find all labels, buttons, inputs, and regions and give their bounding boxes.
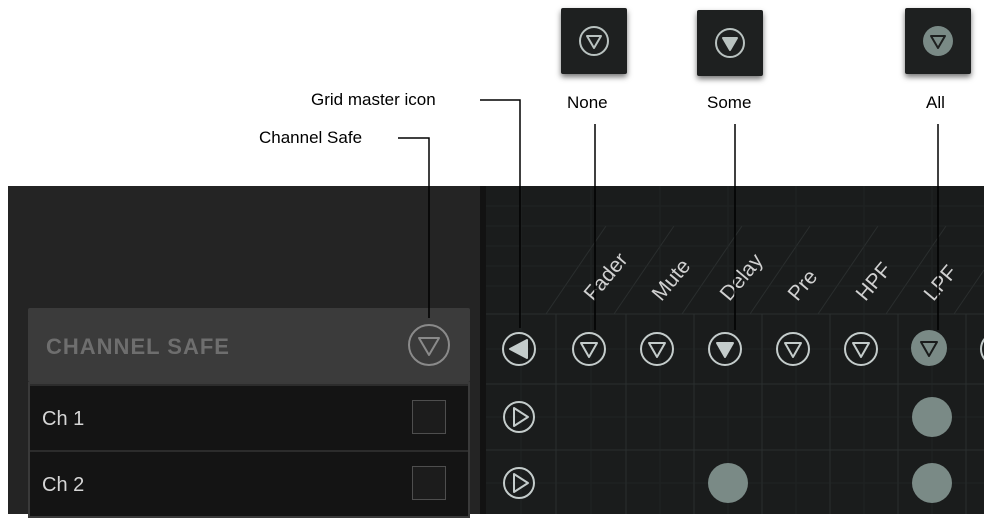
column-master-mute-icon[interactable] bbox=[638, 330, 676, 368]
channel-safe-panel: CHANNEL SAFE Ch 1 Ch 2 Fader Mute Delay … bbox=[8, 186, 984, 518]
column-master-next-icon[interactable] bbox=[978, 330, 984, 368]
triangle-down-filled-icon bbox=[715, 28, 745, 58]
channel-row[interactable]: Ch 2 bbox=[30, 452, 468, 516]
grid-master-callout: Grid master icon bbox=[311, 90, 436, 109]
column-master-pre-icon[interactable] bbox=[774, 330, 812, 368]
state-all-thumbnail bbox=[905, 8, 971, 74]
channel-name: Ch 1 bbox=[42, 408, 85, 430]
grid-master-icon[interactable] bbox=[500, 330, 538, 368]
state-some-thumbnail bbox=[697, 10, 763, 76]
none-callout: None bbox=[567, 93, 608, 112]
column-master-delay-icon[interactable] bbox=[706, 330, 744, 368]
safe-indicator-ch2-delay[interactable] bbox=[708, 463, 748, 503]
all-callout: All bbox=[926, 93, 945, 112]
channel-row[interactable]: Ch 1 bbox=[30, 386, 468, 450]
row-master-ch1-icon[interactable] bbox=[501, 399, 537, 435]
column-master-hpf-icon[interactable] bbox=[842, 330, 880, 368]
channel-safe-header: CHANNEL SAFE bbox=[28, 308, 470, 382]
column-master-lpf-icon[interactable] bbox=[910, 329, 948, 367]
channel-safe-checkbox[interactable] bbox=[412, 466, 446, 500]
channel-list: Ch 1 Ch 2 bbox=[28, 382, 470, 518]
state-none-thumbnail bbox=[561, 8, 627, 74]
row-master-ch2-icon[interactable] bbox=[501, 465, 537, 501]
channel-safe-callout: Channel Safe bbox=[259, 128, 363, 147]
safe-indicator-ch1-lpf[interactable] bbox=[912, 397, 952, 437]
column-master-fader-icon[interactable] bbox=[570, 330, 608, 368]
channel-list-column: CHANNEL SAFE Ch 1 Ch 2 bbox=[8, 186, 480, 518]
some-callout: Some bbox=[707, 93, 752, 112]
channel-safe-master-icon[interactable] bbox=[406, 322, 452, 368]
channel-safe-title: CHANNEL SAFE bbox=[46, 334, 230, 359]
triangle-down-in-filled-circle-icon bbox=[923, 26, 953, 56]
triangle-down-outline-icon bbox=[579, 26, 609, 56]
channel-safe-checkbox[interactable] bbox=[412, 400, 446, 434]
safe-indicator-ch2-lpf[interactable] bbox=[912, 463, 952, 503]
channel-name: Ch 2 bbox=[42, 474, 85, 496]
safe-grid: Fader Mute Delay Pre HPF LPF bbox=[486, 186, 984, 514]
